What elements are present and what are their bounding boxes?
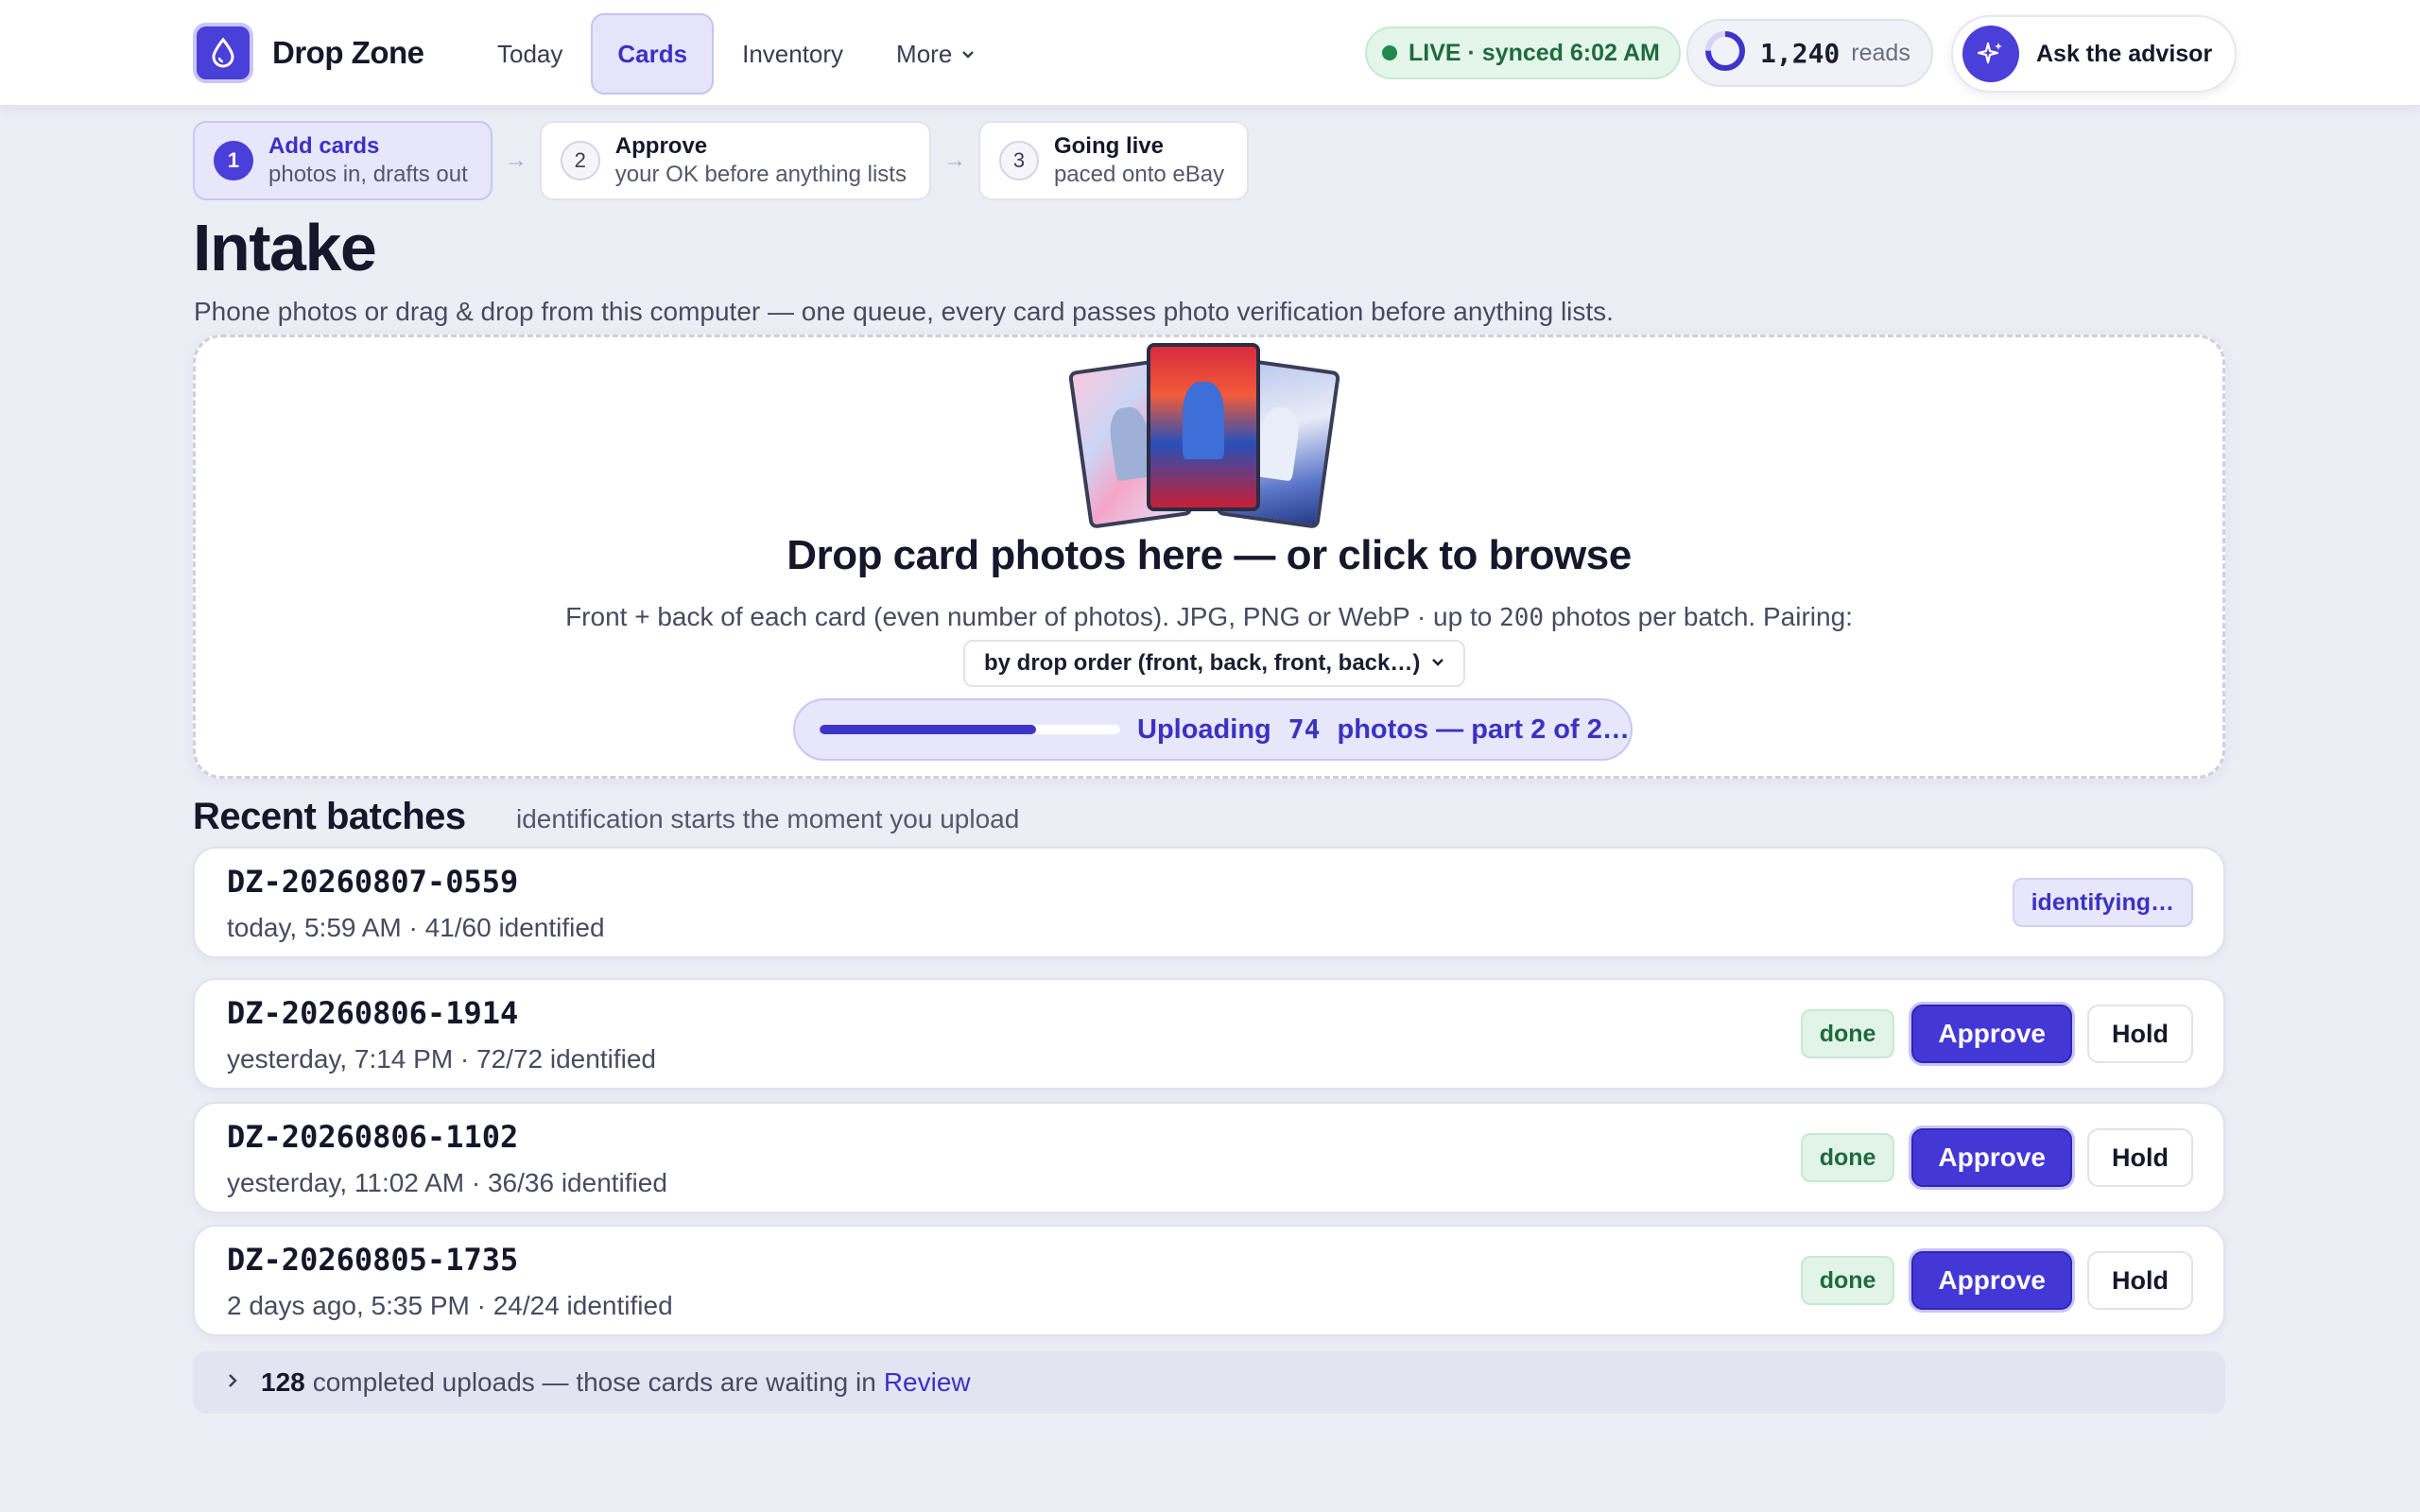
arrow-right-icon: → (942, 147, 966, 173)
main-nav: Today Cards Inventory More (473, 13, 1003, 94)
sparkle-icon (1962, 26, 2019, 82)
nav-more[interactable]: More (872, 13, 999, 94)
nav-label: Inventory (742, 39, 844, 68)
nav-inventory[interactable]: Inventory (717, 13, 868, 94)
status-badge: identifying… (2012, 878, 2193, 927)
page-title: Intake (193, 211, 377, 284)
app-name: Drop Zone (272, 35, 424, 70)
completed-text: completed uploads — those cards are wait… (312, 1367, 876, 1397)
upload-status: Uploading 74 photos — part 2 of 2… (1137, 713, 1630, 746)
dropzone-title: Drop card photos here — or click to brow… (786, 532, 1632, 578)
nav-label: Today (497, 39, 563, 68)
brand[interactable]: Drop Zone (193, 23, 424, 83)
advisor-label: Ask the advisor (2036, 40, 2213, 67)
synced-time: synced 6:02 AM (1481, 39, 1660, 66)
batch-actions: done Approve Hold (1800, 1104, 2193, 1211)
nav-cards[interactable]: Cards (591, 13, 715, 94)
step-number: 3 (998, 141, 1039, 180)
nav-today[interactable]: Today (473, 13, 587, 94)
batch-id: DZ-20260807-0559 (227, 864, 519, 900)
live-dot-icon (1382, 45, 1397, 60)
drop-icon (193, 23, 253, 83)
status-badge: done (1800, 1256, 1895, 1305)
ring-gauge-icon (1703, 29, 1747, 77)
step-going-live[interactable]: 3 Going live paced onto eBay (977, 121, 1250, 200)
separator: · (1461, 39, 1482, 66)
workflow-stepper: 1 Add cards photos in, drafts out → 2 Ap… (193, 121, 1250, 200)
dropzone-description: Front + back of each card (even number o… (196, 602, 2222, 632)
step-subtitle: photos in, drafts out (268, 162, 468, 187)
batch-actions: identifying… (2012, 849, 2193, 956)
reads-count: 1,240 (1760, 37, 1841, 69)
ask-advisor-button[interactable]: Ask the advisor (1951, 15, 2238, 93)
page-subtitle: Phone photos or drag & drop from this co… (194, 297, 1614, 326)
recent-batches-note: identification starts the moment you upl… (516, 804, 1020, 833)
upload-prefix: Uploading (1137, 714, 1271, 745)
step-title: Add cards (268, 133, 380, 159)
batch-row[interactable]: DZ-20260806-1102 yesterday, 11:02 AM · 3… (193, 1102, 2225, 1213)
step-number: 1 (214, 141, 253, 180)
batch-row[interactable]: DZ-20260807-0559 today, 5:59 AM · 41/60 … (193, 847, 2225, 958)
approve-button[interactable]: Approve (1911, 1128, 2072, 1187)
upload-suffix: photos — part 2 of 2… (1337, 714, 1630, 745)
upload-count: 74 (1288, 713, 1321, 745)
hold-button[interactable]: Hold (2087, 1005, 2193, 1063)
batch-id: DZ-20260805-1735 (227, 1242, 519, 1278)
pairing-select[interactable]: by drop order (front, back, front, back…… (963, 640, 1466, 687)
batch-row[interactable]: DZ-20260805-1735 2 days ago, 5:35 PM · 2… (193, 1225, 2225, 1336)
completed-uploads-toggle[interactable]: 128 completed uploads — those cards are … (193, 1351, 2225, 1414)
hold-button[interactable]: Hold (2087, 1251, 2193, 1310)
pairing-value: by drop order (front, back, front, back…… (984, 650, 1421, 676)
chevron-down-icon (1431, 655, 1444, 672)
top-navigation-bar: Drop Zone Today Cards Inventory More LIV… (0, 0, 2420, 107)
batch-meta: yesterday, 11:02 AM · 36/36 identified (227, 1168, 667, 1197)
batch-actions: done Approve Hold (1800, 980, 2193, 1088)
status-badge: done (1800, 1009, 1895, 1058)
max-photos: 200 (1499, 604, 1545, 632)
nav-label: More (896, 39, 953, 68)
nav-label: Cards (617, 39, 688, 68)
review-link[interactable]: Review (884, 1367, 971, 1398)
reads-label: reads (1851, 39, 1910, 66)
status-badge: done (1800, 1133, 1895, 1182)
step-number: 2 (560, 141, 600, 180)
approve-button[interactable]: Approve (1911, 1005, 2072, 1063)
batch-id: DZ-20260806-1102 (227, 1119, 519, 1155)
chevron-down-icon (961, 44, 975, 64)
batch-row[interactable]: DZ-20260806-1914 yesterday, 7:14 PM · 72… (193, 978, 2225, 1090)
chevron-right-icon (227, 1369, 238, 1396)
trading-cards-illustration (1058, 339, 1370, 538)
step-approve[interactable]: 2 Approve your OK before anything lists (539, 121, 931, 200)
card-image (1147, 343, 1260, 511)
batch-meta: 2 days ago, 5:35 PM · 24/24 identified (227, 1291, 673, 1320)
step-title: Going live (1053, 133, 1164, 159)
live-sync-status: LIVE · synced 6:02 AM (1365, 26, 1681, 79)
step-add-cards[interactable]: 1 Add cards photos in, drafts out (193, 121, 493, 200)
step-title: Approve (614, 133, 708, 159)
approve-button[interactable]: Approve (1911, 1251, 2072, 1310)
live-label: LIVE (1409, 39, 1461, 66)
completed-count: 128 (261, 1367, 305, 1397)
batch-id: DZ-20260806-1914 (227, 995, 519, 1031)
step-subtitle: your OK before anything lists (614, 162, 907, 187)
desc-text: photos per batch. Pairing: (1544, 602, 1853, 631)
step-subtitle: paced onto eBay (1053, 162, 1225, 187)
batch-actions: done Approve Hold (1800, 1227, 2193, 1334)
hold-button[interactable]: Hold (2087, 1128, 2193, 1187)
recent-batches-title: Recent batches (193, 796, 466, 837)
progress-track (820, 725, 1120, 734)
reads-counter[interactable]: 1,240 reads (1686, 19, 1933, 87)
photo-dropzone[interactable]: Drop card photos here — or click to brow… (193, 335, 2225, 779)
progress-fill (820, 725, 1036, 734)
batch-meta: today, 5:59 AM · 41/60 identified (227, 913, 605, 942)
batch-meta: yesterday, 7:14 PM · 72/72 identified (227, 1044, 656, 1074)
desc-text: Front + back of each card (even number o… (565, 602, 1500, 631)
upload-progress: Uploading 74 photos — part 2 of 2… (793, 698, 1633, 761)
arrow-right-icon: → (504, 147, 527, 173)
